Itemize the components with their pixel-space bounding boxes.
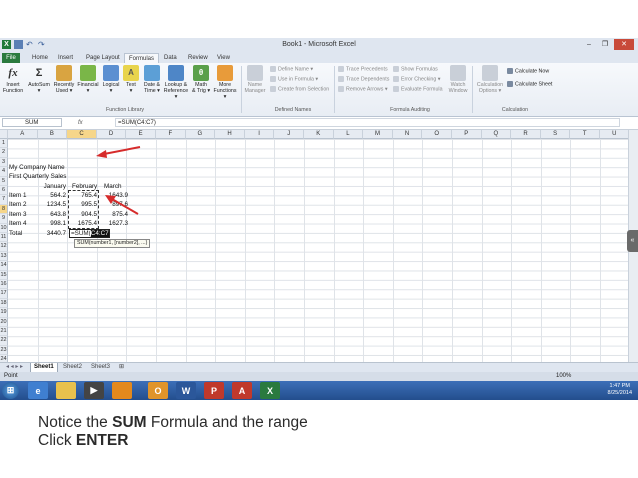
annotation-arrows [96,146,141,215]
caption-text: Formula and the range [146,414,308,431]
slide-nav-button[interactable]: « [627,230,638,252]
slide: X ↶ ↷ Book1 - Microsoft Excel – ❐ ✕ File… [0,0,638,478]
arrow-to-formula [111,198,139,215]
caption-keyword-enter: ENTER [75,432,129,449]
slide-caption: Notice the SUM Formula and the range Cli… [38,414,308,450]
caption-keyword-sum: SUM [112,414,147,431]
caption-text: Notice the [38,414,113,431]
arrow-to-range [103,146,141,155]
caption-line-2: Click ENTER [38,432,308,450]
caption-line-1: Notice the SUM Formula and the range [38,414,308,432]
arrow-head-range [96,150,107,158]
caption-text: Click [38,432,76,449]
